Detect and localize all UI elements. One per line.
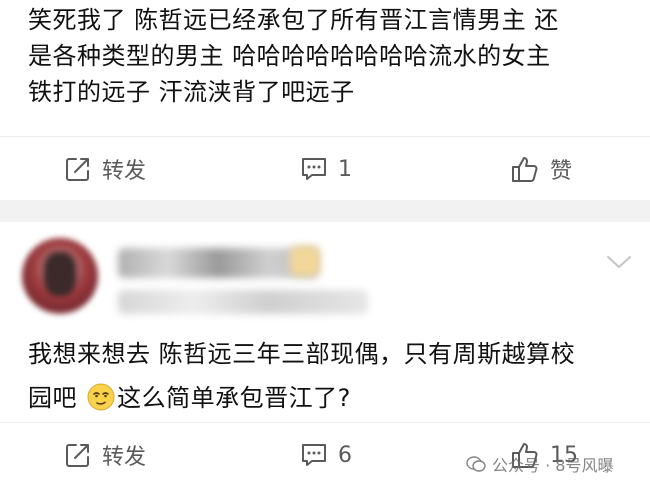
repost-button[interactable]: 转发 — [64, 153, 146, 185]
comment-text-fragment: 这么简单承包晋江了? — [117, 384, 351, 412]
like-button[interactable]: 赞 — [510, 153, 572, 185]
post-text-line: 是各种类型的男主 哈哈哈哈哈哈哈哈流水的女主 — [28, 42, 551, 70]
comment-button[interactable]: 1 — [300, 156, 352, 182]
repost-label: 转发 — [102, 159, 147, 184]
feed-separator — [0, 200, 650, 222]
repost-button[interactable]: 转发 — [64, 439, 146, 471]
comment-icon — [302, 444, 326, 466]
comment-button[interactable]: 6 — [300, 442, 352, 468]
chevron-down-icon[interactable] — [604, 252, 634, 272]
comment-text-line: 园吧 这么简单承包晋江了? — [28, 376, 638, 420]
post-action-bar: 转发 1 赞 — [0, 136, 650, 201]
comment-text: 我想来想去 陈哲远三年三部现偶，只有周斯越算校 园吧 这么简单承包晋江了? — [28, 332, 638, 420]
comment-count: 1 — [338, 156, 352, 182]
wechat-icon — [466, 456, 486, 472]
thumbs-up-icon — [512, 157, 538, 182]
comment-text-line: 我想来想去 陈哲远三年三部现偶，只有周斯越算校 — [28, 340, 576, 368]
post-text-line: 笑死我了 陈哲远已经承包了所有晋江言情男主 还 — [28, 6, 559, 34]
repost-icon — [66, 444, 89, 467]
blurred-meta — [118, 290, 368, 314]
repost-label: 转发 — [102, 445, 147, 470]
comment-count: 6 — [338, 442, 352, 468]
like-label: 赞 — [550, 159, 573, 184]
weibo-feed: 笑死我了 陈哲远已经承包了所有晋江言情男主 还 是各种类型的男主 哈哈哈哈哈哈哈… — [0, 0, 650, 492]
blurred-username[interactable] — [118, 248, 318, 278]
avatar[interactable] — [22, 238, 98, 314]
comment-text-fragment: 园吧 — [28, 384, 86, 412]
blurred-badge — [290, 246, 320, 276]
watermark-text: 公众号 · 8号风曝 — [492, 456, 614, 475]
smirk-emoji-icon — [87, 383, 115, 411]
comment-icon — [302, 158, 326, 180]
post-text-line: 铁打的远子 汗流浃背了吧远子 — [28, 78, 355, 106]
post-text: 笑死我了 陈哲远已经承包了所有晋江言情男主 还 是各种类型的男主 哈哈哈哈哈哈哈… — [28, 2, 628, 110]
repost-icon — [66, 158, 89, 181]
watermark: 公众号 · 8号风曝 — [466, 452, 613, 476]
